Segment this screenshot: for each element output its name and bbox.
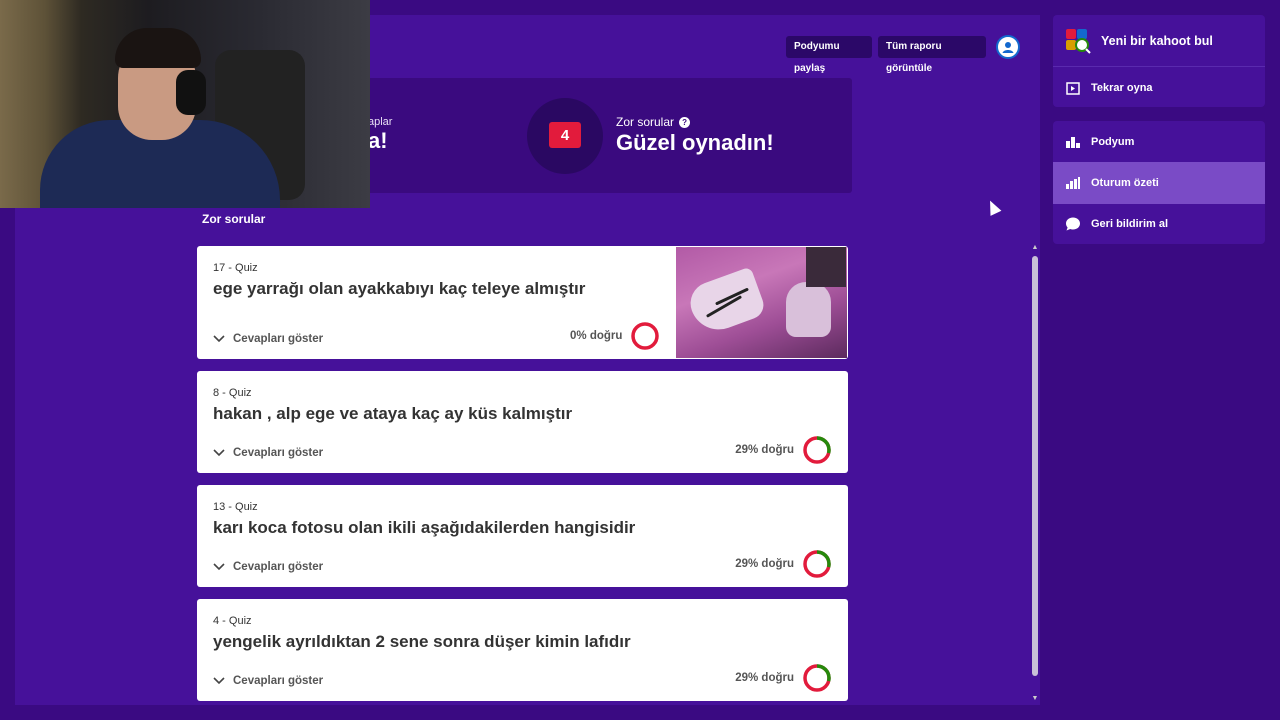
find-kahoot-label: Yeni bir kahoot bul [1101, 34, 1213, 48]
webcam-headset [176, 70, 206, 115]
section-title: Zor sorular [202, 212, 266, 226]
show-answers-label: Cevapları göster [233, 447, 324, 459]
correct-donut-chart [631, 322, 660, 350]
sidebar-item-label: Podyum [1091, 136, 1135, 148]
chevron-down-icon [213, 335, 225, 343]
correct-score-label: 0% doğru [570, 330, 623, 342]
sidebar-top-card: Yeni bir kahoot bul Tekrar oyna [1053, 15, 1265, 107]
sidebar-nav-card: Podyum Oturum özeti Geri bildirim al [1053, 121, 1265, 244]
pants-shadow [806, 247, 846, 287]
question-image[interactable] [676, 247, 847, 358]
summary-chart-icon [1066, 177, 1080, 189]
summary-left-title: a! [368, 128, 388, 153]
show-answers-label: Cevapları göster [233, 561, 324, 573]
webcam-person-hair [115, 28, 201, 68]
question-title: ege yarrağı olan ayakkabıyı kaç teleye a… [213, 279, 586, 298]
speech-bubble-icon [1066, 217, 1080, 231]
play-again-label: Tekrar oyna [1091, 82, 1153, 94]
hard-questions-title: Güzel oynadın! [616, 130, 774, 155]
question-meta: 17 - Quiz [213, 262, 258, 274]
chevron-down-icon [213, 563, 225, 571]
podium-icon [1066, 137, 1080, 148]
show-answers-label: Cevapları göster [233, 333, 324, 345]
view-full-report-button[interactable]: Tüm raporu görüntüle [878, 36, 986, 74]
webcam-overlay [0, 0, 370, 208]
shoe-image-right [786, 282, 831, 337]
play-again-button[interactable]: Tekrar oyna [1053, 67, 1265, 109]
question-card: 17 - Quiz ege yarrağı olan ayakkabıyı ka… [197, 246, 848, 359]
correct-donut-chart [803, 550, 831, 578]
share-podium-button[interactable]: Podyumu paylaş [786, 36, 872, 74]
correct-score: 29% doğru [735, 435, 832, 465]
question-meta: 13 - Quiz [213, 501, 258, 513]
sidebar-item-podium[interactable]: Podyum [1053, 121, 1265, 163]
question-title: hakan , alp ege ve ataya kaç ay küs kalm… [213, 404, 573, 423]
correct-score: 0% doğru [570, 321, 660, 351]
hard-questions-label: Zor sorular ? [616, 115, 691, 129]
incorrect-arc [631, 322, 660, 350]
hard-questions-label-text: Zor sorular [616, 115, 675, 129]
scroll-up-arrow[interactable]: ▲ [1031, 244, 1039, 251]
sidebar-item-label: Geri bildirim al [1091, 218, 1169, 230]
question-meta: 4 - Quiz [213, 615, 252, 627]
sidebar-item-label: Oturum özeti [1091, 177, 1159, 189]
correct-donut-chart [803, 664, 831, 692]
show-answers-button[interactable]: Cevapları göster [213, 561, 323, 573]
question-title: karı koca fotosu olan ikili aşağıdakiler… [213, 518, 636, 537]
summary-left-label: aplar [368, 116, 393, 128]
correct-score: 29% doğru [735, 549, 832, 579]
hard-questions-count: 4 [549, 122, 581, 148]
correct-score-label: 29% doğru [735, 672, 794, 684]
correct-score: 29% doğru [735, 663, 832, 693]
show-answers-button[interactable]: Cevapları göster [213, 333, 323, 345]
scroll-down-arrow[interactable]: ▼ [1031, 695, 1039, 702]
show-answers-button[interactable]: Cevapları göster [213, 675, 323, 687]
question-title: yengelik ayrıldıktan 2 sene sonra düşer … [213, 632, 631, 651]
user-icon [1002, 42, 1014, 53]
correct-score-label: 29% doğru [735, 558, 794, 570]
kahoot-find-icon [1066, 29, 1091, 54]
find-kahoot-button[interactable]: Yeni bir kahoot bul [1053, 19, 1265, 63]
sidebar-item-feedback[interactable]: Geri bildirim al [1053, 203, 1265, 245]
correct-score-label: 29% doğru [735, 444, 794, 456]
replay-icon [1066, 82, 1080, 95]
show-answers-label: Cevapları göster [233, 675, 324, 687]
question-card: 4 - Quiz yengelik ayrıldıktan 2 sene son… [197, 599, 848, 701]
user-avatar[interactable] [996, 35, 1020, 59]
shoe-image-left [684, 266, 768, 338]
scrollbar-thumb[interactable] [1032, 256, 1038, 676]
chevron-down-icon [213, 449, 225, 457]
question-meta: 8 - Quiz [213, 387, 252, 399]
question-card: 8 - Quiz hakan , alp ege ve ataya kaç ay… [197, 371, 848, 473]
show-answers-button[interactable]: Cevapları göster [213, 447, 323, 459]
chevron-down-icon [213, 677, 225, 685]
correct-donut-chart [803, 436, 831, 464]
question-card: 13 - Quiz karı koca fotosu olan ikili aş… [197, 485, 848, 587]
sidebar-item-session-summary[interactable]: Oturum özeti [1053, 162, 1265, 204]
help-icon[interactable]: ? [679, 116, 691, 128]
